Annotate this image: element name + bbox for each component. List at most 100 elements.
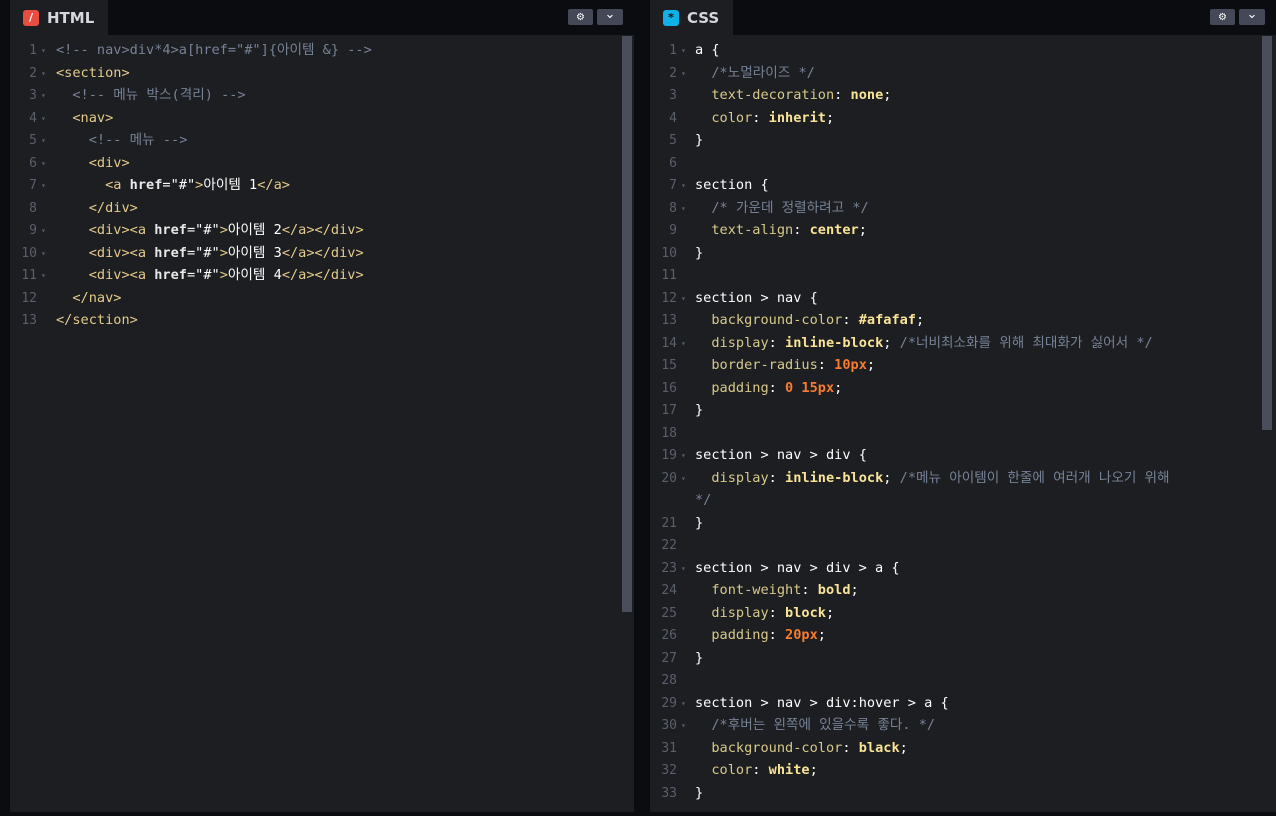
html-settings-button[interactable]: ⚙ bbox=[568, 9, 593, 25]
fold-arrow-icon[interactable]: ▾ bbox=[681, 467, 686, 490]
code-line[interactable]: 9 ▾ <div><a href="#">아이템 2</a></div> bbox=[10, 219, 634, 242]
code-text: section > nav > div { bbox=[695, 444, 867, 467]
code-line[interactable]: 26 padding: 20px; bbox=[650, 624, 1276, 647]
fold-arrow-icon[interactable]: ▾ bbox=[681, 332, 686, 355]
line-number: 12 bbox=[661, 290, 677, 306]
fold-arrow-icon[interactable]: ▾ bbox=[681, 692, 686, 715]
code-line[interactable]: */ bbox=[650, 489, 1276, 512]
html-code-editor[interactable]: 1 ▾ <!-- nav>div*4>a[href="#"]{아이템 &} --> 2… bbox=[10, 39, 634, 812]
code-line[interactable]: 27} bbox=[650, 647, 1276, 670]
code-text: display: inline-block; /*메뉴 아이템이 한줄에 여러개… bbox=[695, 467, 1169, 490]
fold-arrow-icon[interactable]: ▾ bbox=[41, 242, 46, 265]
css-scrollbar[interactable] bbox=[1262, 36, 1272, 430]
code-token: } bbox=[695, 244, 704, 261]
css-code-editor[interactable]: 1 ▾ a {2 ▾ /*노멀라이즈 */3 text-decoration: non… bbox=[650, 39, 1276, 812]
code-line[interactable]: 24 font-weight: bold; bbox=[650, 579, 1276, 602]
code-token: block bbox=[785, 604, 826, 621]
code-line[interactable]: 32 color: white; bbox=[650, 759, 1276, 782]
css-asterisk-icon: * bbox=[663, 9, 679, 26]
code-line[interactable]: 23 ▾ section > nav > div > a { bbox=[650, 557, 1276, 580]
code-line[interactable]: 2 ▾ <section> bbox=[10, 62, 634, 85]
code-line[interactable]: 2 ▾ /*노멀라이즈 */ bbox=[650, 62, 1276, 85]
code-line[interactable]: 10} bbox=[650, 242, 1276, 265]
code-text: background-color: #afafaf; bbox=[695, 309, 924, 332]
code-line[interactable]: 16 padding: 0 15px; bbox=[650, 377, 1276, 400]
code-line[interactable]: 17} bbox=[650, 399, 1276, 422]
fold-arrow-icon[interactable]: ▾ bbox=[41, 174, 46, 197]
code-line[interactable]: 13 background-color: #afafaf; bbox=[650, 309, 1276, 332]
html-collapse-button[interactable]: ⌄ bbox=[597, 7, 623, 25]
line-number: 1 bbox=[29, 43, 37, 58]
code-token: font-weight bbox=[711, 582, 802, 598]
code-line[interactable]: 6 ▾ <div> bbox=[10, 152, 634, 175]
css-settings-button[interactable]: ⚙ bbox=[1210, 9, 1235, 25]
fold-arrow-icon[interactable]: ▾ bbox=[41, 107, 46, 130]
code-line[interactable]: 14 ▾ display: inline-block; /*너비최소화를 위해 최… bbox=[650, 332, 1276, 355]
code-line[interactable]: 12 ▾ section > nav { bbox=[650, 287, 1276, 310]
html-tab[interactable]: / HTML bbox=[10, 0, 109, 35]
fold-arrow-icon[interactable]: ▾ bbox=[681, 197, 686, 220]
code-line[interactable]: 1 ▾ a { bbox=[650, 39, 1276, 62]
css-tab[interactable]: * CSS bbox=[650, 0, 734, 35]
code-line[interactable]: 8 ▾ /* 가운데 정렬하려고 */ bbox=[650, 197, 1276, 220]
line-number: 13 bbox=[21, 313, 37, 328]
fold-arrow-icon[interactable]: ▾ bbox=[41, 62, 46, 85]
code-line[interactable]: 5 ▾ <!-- 메뉴 --> bbox=[10, 129, 634, 152]
fold-arrow-icon[interactable]: ▾ bbox=[681, 39, 686, 62]
code-line[interactable]: 7 ▾ section { bbox=[650, 174, 1276, 197]
fold-arrow-icon[interactable]: ▾ bbox=[681, 62, 686, 85]
fold-arrow-icon[interactable]: ▾ bbox=[681, 174, 686, 197]
code-token: none bbox=[850, 87, 884, 103]
code-line[interactable]: 31 background-color: black; bbox=[650, 737, 1276, 760]
fold-arrow-icon[interactable]: ▾ bbox=[41, 152, 46, 175]
code-line[interactable]: 8 </div> bbox=[10, 197, 634, 220]
fold-arrow-icon[interactable]: ▾ bbox=[681, 714, 686, 737]
code-token: #afafaf bbox=[858, 312, 916, 328]
code-line[interactable]: 29 ▾ section > nav > div:hover > a { bbox=[650, 692, 1276, 715]
code-line[interactable]: 3 ▾ <!-- 메뉴 박스(격리) --> bbox=[10, 84, 634, 107]
fold-arrow-icon[interactable]: ▾ bbox=[41, 219, 46, 242]
code-line[interactable]: 28 bbox=[650, 669, 1276, 692]
code-token: color bbox=[711, 109, 753, 126]
css-collapse-button[interactable]: ⌄ bbox=[1239, 7, 1265, 25]
fold-arrow-icon[interactable]: ▾ bbox=[41, 129, 46, 152]
code-line[interactable]: 13 </section> bbox=[10, 309, 634, 332]
code-line[interactable]: 10 ▾ <div><a href="#">아이템 3</a></div> bbox=[10, 242, 634, 265]
code-line[interactable]: 3 text-decoration: none; bbox=[650, 84, 1276, 107]
code-line[interactable]: 18 bbox=[650, 422, 1276, 445]
fold-arrow-icon[interactable]: ▾ bbox=[681, 557, 686, 580]
code-line[interactable]: 4 color: inherit; bbox=[650, 107, 1276, 130]
code-line[interactable]: 21} bbox=[650, 512, 1276, 535]
fold-arrow-icon[interactable]: ▾ bbox=[41, 264, 46, 287]
panel-resize-divider[interactable] bbox=[634, 0, 650, 816]
code-text: text-decoration: none; bbox=[695, 84, 891, 107]
code-line[interactable]: 11 bbox=[650, 264, 1276, 287]
code-line[interactable]: 22 bbox=[650, 534, 1276, 557]
code-line[interactable]: 33} bbox=[650, 782, 1276, 805]
fold-arrow-icon[interactable]: ▾ bbox=[41, 39, 46, 62]
code-line[interactable]: 15 border-radius: 10px; bbox=[650, 354, 1276, 377]
code-line[interactable]: 30 ▾ /*후버는 왼쪽에 있을수록 좋다. */ bbox=[650, 714, 1276, 737]
code-line[interactable]: 4 ▾ <nav> bbox=[10, 107, 634, 130]
code-line[interactable]: 1 ▾ <!-- nav>div*4>a[href="#"]{아이템 &} --> bbox=[10, 39, 634, 62]
code-line[interactable]: 25 display: block; bbox=[650, 602, 1276, 625]
fold-arrow-icon[interactable]: ▾ bbox=[681, 444, 686, 467]
html-scrollbar[interactable] bbox=[622, 36, 632, 612]
code-line[interactable]: 20 ▾ display: inline-block; /*메뉴 아이템이 한줄에… bbox=[650, 467, 1276, 490]
html-tab-buttons: ⚙ ⌄ bbox=[568, 7, 623, 25]
code-line[interactable]: 12 </nav> bbox=[10, 287, 634, 310]
code-line[interactable]: 11 ▾ <div><a href="#">아이템 4</a></div> bbox=[10, 264, 634, 287]
code-token: { bbox=[711, 42, 720, 58]
code-line[interactable]: 9 text-align: center; bbox=[650, 219, 1276, 242]
code-line[interactable]: 5} bbox=[650, 129, 1276, 152]
fold-arrow-icon[interactable]: ▾ bbox=[41, 84, 46, 107]
code-line[interactable]: 6 bbox=[650, 152, 1276, 175]
fold-arrow-icon[interactable]: ▾ bbox=[681, 287, 686, 310]
code-token: center bbox=[809, 222, 859, 238]
code-token: bold bbox=[817, 582, 851, 598]
code-line[interactable]: 7 ▾ <a href="#">아이템 1</a> bbox=[10, 174, 634, 197]
code-line[interactable]: 19 ▾ section > nav > div { bbox=[650, 444, 1276, 467]
